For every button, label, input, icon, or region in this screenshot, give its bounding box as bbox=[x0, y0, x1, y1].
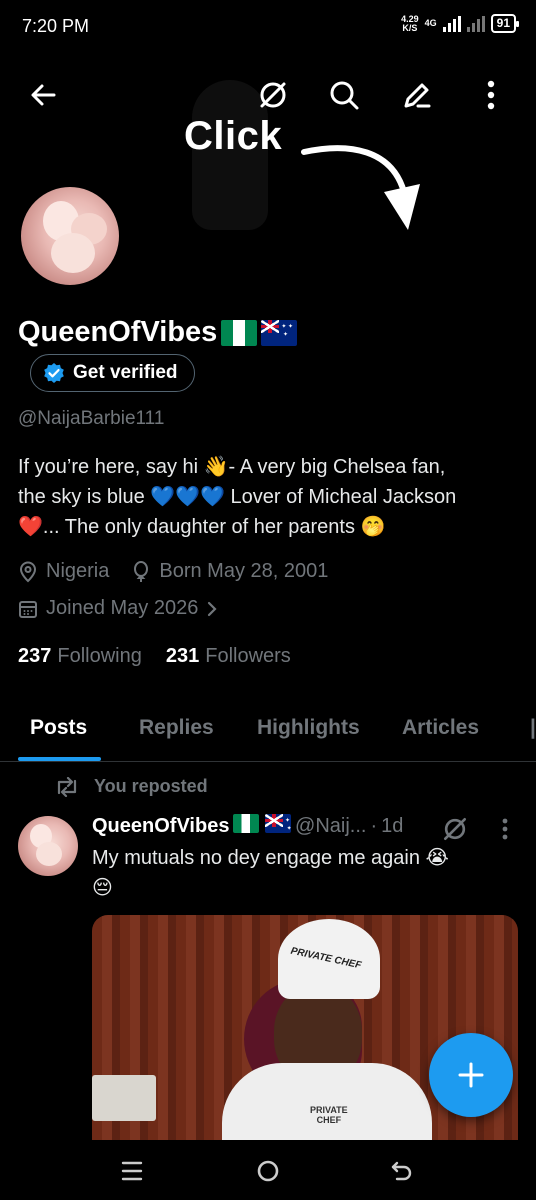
flag-australia-icon bbox=[265, 814, 292, 833]
tab-articles[interactable]: Articles bbox=[402, 716, 479, 740]
annotation-click-label: Click bbox=[184, 114, 283, 158]
following-count: 237 bbox=[18, 645, 52, 667]
followers-count: 231 bbox=[165, 645, 200, 667]
profile-birthday: Born May 28, 2001 bbox=[131, 560, 328, 583]
followers-link[interactable]: 231 Followers bbox=[166, 645, 291, 668]
flag-nigeria-icon bbox=[221, 319, 258, 346]
profile-location: Nigeria bbox=[18, 560, 109, 583]
calendar-icon bbox=[19, 600, 37, 618]
follow-counts: 237 Following 231 Followers bbox=[18, 645, 291, 668]
profile-tabs: Posts Replies Highlights Articles | bbox=[0, 700, 536, 762]
following-link[interactable]: 237 Following bbox=[18, 645, 142, 668]
image-coat-text: PRIVATE CHEF bbox=[310, 1105, 348, 1125]
tab-replies[interactable]: Replies bbox=[139, 716, 214, 740]
back-icon[interactable] bbox=[382, 1154, 422, 1188]
post-more-icon[interactable] bbox=[500, 818, 510, 845]
profile-birthday-text: Born May 28, 2001 bbox=[159, 560, 329, 582]
home-circle-icon[interactable] bbox=[248, 1154, 288, 1188]
post-text-line: My mutuals no dey engage me again 😭 bbox=[92, 847, 449, 869]
battery-indicator: 91 bbox=[490, 14, 520, 33]
network-speed: 4.29 K/S bbox=[401, 14, 419, 33]
post-author-flags bbox=[233, 814, 292, 839]
profile-avatar[interactable] bbox=[18, 184, 122, 288]
menu-icon[interactable] bbox=[112, 1154, 152, 1188]
search-icon[interactable] bbox=[321, 72, 367, 118]
tab-overflow[interactable]: | bbox=[530, 716, 536, 740]
profile-meta-row: Nigeria Born May 28, 2001 bbox=[18, 560, 328, 583]
profile-location-text: Nigeria bbox=[46, 560, 110, 582]
get-verified-button[interactable]: Get verified bbox=[30, 354, 195, 392]
post-time: 1d bbox=[381, 815, 404, 837]
get-verified-label: Get verified bbox=[73, 362, 178, 383]
location-pin-icon bbox=[19, 561, 37, 582]
post-text: My mutuals no dey engage me again 😭 😔 bbox=[92, 843, 512, 903]
signal-strength-icon bbox=[442, 15, 461, 32]
flag-nigeria-icon bbox=[233, 814, 260, 833]
repost-indicator: You reposted bbox=[54, 776, 208, 797]
status-bar: 7:20 PM 4.29 K/S 4G 91 bbox=[0, 0, 536, 54]
edit-icon[interactable] bbox=[394, 72, 440, 118]
post-author-handle[interactable]: @Naij... bbox=[295, 815, 366, 838]
repost-icon bbox=[57, 776, 77, 797]
post-author-name[interactable]: QueenOfVibes bbox=[92, 815, 229, 838]
followers-label: Followers bbox=[205, 645, 291, 667]
post-header: QueenOfVibes @Naij... · 1d bbox=[92, 814, 403, 839]
profile-display-name-row: QueenOfVibes bbox=[18, 316, 298, 349]
repost-label: You reposted bbox=[94, 776, 208, 796]
bio-line: If you’re here, say hi 👋- A very big Che… bbox=[18, 456, 446, 478]
active-tab-indicator bbox=[18, 757, 101, 761]
tab-posts[interactable]: Posts bbox=[30, 716, 87, 740]
following-label: Following bbox=[57, 645, 142, 667]
chevron-right-icon bbox=[208, 601, 217, 616]
compose-fab-button[interactable] bbox=[429, 1033, 513, 1117]
back-arrow-icon[interactable] bbox=[20, 72, 66, 118]
post-author-avatar[interactable] bbox=[18, 816, 78, 876]
plus-icon bbox=[458, 1062, 484, 1088]
image-coat-text-line: PRIVATE bbox=[310, 1105, 348, 1115]
profile-handle: @NaijaBarbie111 bbox=[18, 408, 165, 429]
profile-joined-row[interactable]: Joined May 2026 bbox=[18, 597, 218, 620]
network-speed-unit: K/S bbox=[402, 22, 418, 33]
profile-joined[interactable]: Joined May 2026 bbox=[18, 597, 218, 620]
grok-icon[interactable] bbox=[250, 72, 296, 118]
bio-line: the sky is blue 💙💙💙 Lover of Micheal Jac… bbox=[18, 486, 457, 508]
profile-display-name: QueenOfVibes bbox=[18, 316, 218, 348]
network-type: 4G bbox=[424, 18, 437, 28]
balloon-icon bbox=[134, 560, 149, 582]
verified-badge-icon bbox=[44, 363, 64, 383]
flag-australia-icon bbox=[261, 319, 298, 346]
image-printer bbox=[92, 1075, 156, 1121]
post-separator: · bbox=[370, 815, 378, 837]
image-chef-coat bbox=[222, 1063, 432, 1141]
tab-highlights[interactable]: Highlights bbox=[257, 716, 360, 740]
system-navigation-bar bbox=[0, 1140, 536, 1200]
more-vertical-icon[interactable] bbox=[468, 72, 514, 118]
image-coat-text-line: CHEF bbox=[316, 1115, 342, 1125]
status-time: 7:20 PM bbox=[22, 16, 90, 36]
status-indicators: 4.29 K/S 4G 91 bbox=[401, 14, 520, 33]
profile-bio: If you’re here, say hi 👋- A very big Che… bbox=[18, 452, 528, 542]
profile-joined-text: Joined May 2026 bbox=[46, 597, 199, 619]
bio-line: ❤️... The only daughter of her parents 🤭 bbox=[18, 516, 386, 538]
annotation-arrow-icon bbox=[301, 145, 420, 230]
post-text-line: 😔 bbox=[92, 877, 113, 899]
signal-strength-secondary-icon bbox=[466, 15, 485, 32]
